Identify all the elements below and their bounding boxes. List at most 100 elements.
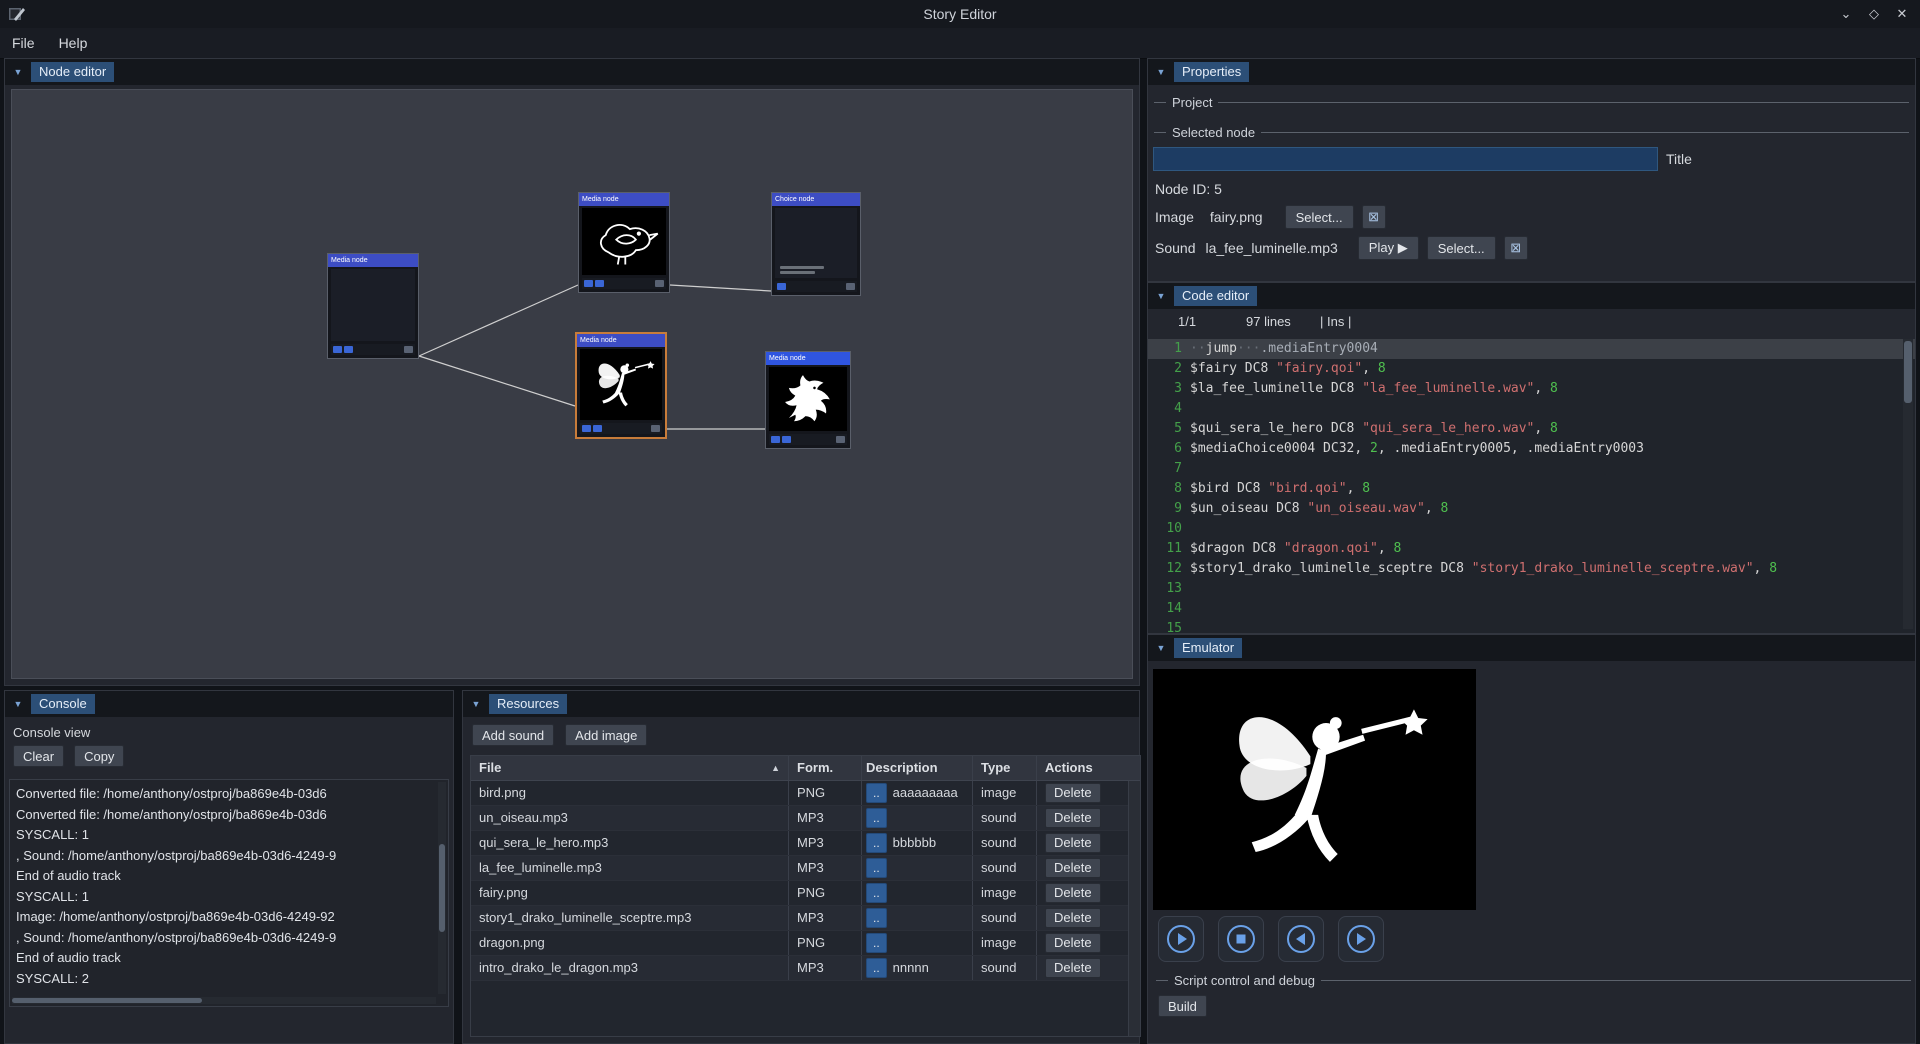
- node-footer-controls[interactable]: [331, 344, 415, 355]
- edit-description-button[interactable]: ..: [866, 958, 887, 978]
- resource-row[interactable]: intro_drako_le_dragon.mp3MP3..nnnnnsound…: [471, 956, 1140, 981]
- delete-button[interactable]: Delete: [1045, 933, 1101, 953]
- edit-description-button[interactable]: ..: [866, 808, 887, 828]
- column-header-actions[interactable]: Actions: [1037, 756, 1128, 780]
- console-copy-button[interactable]: Copy: [74, 745, 124, 767]
- collapse-icon[interactable]: ▼: [1152, 63, 1170, 81]
- node-media-start[interactable]: Media node: [327, 253, 419, 359]
- node-port[interactable]: [836, 436, 845, 443]
- resources-table-header[interactable]: File ▲ Form. Description Type Actions: [471, 756, 1140, 781]
- collapse-icon[interactable]: ▼: [1152, 639, 1170, 657]
- resource-row[interactable]: fairy.pngPNG..imageDelete: [471, 881, 1140, 906]
- resource-row[interactable]: story1_drako_luminelle_sceptre.mp3MP3..s…: [471, 906, 1140, 931]
- title-input[interactable]: [1153, 147, 1658, 171]
- play-button[interactable]: [1158, 916, 1204, 962]
- image-clear-button[interactable]: ⊠: [1362, 205, 1386, 229]
- node-mini-button[interactable]: [333, 346, 342, 353]
- collapse-icon[interactable]: ▼: [9, 63, 27, 81]
- code-line[interactable]: 5$qui_sera_le_hero DC8 "qui_sera_le_hero…: [1148, 419, 1915, 439]
- column-header-file[interactable]: File ▲: [471, 756, 789, 780]
- code-line[interactable]: 11$dragon DC8 "dragon.qoi", 8: [1148, 539, 1915, 559]
- code-area[interactable]: 1··jump···.mediaEntry00042$fairy DC8 "fa…: [1148, 339, 1915, 633]
- sound-clear-button[interactable]: ⊠: [1504, 236, 1528, 260]
- code-line[interactable]: 10: [1148, 519, 1915, 539]
- code-vertical-scrollbar[interactable]: [1903, 339, 1913, 629]
- code-line[interactable]: 3$la_fee_luminelle DC8 "la_fee_luminelle…: [1148, 379, 1915, 399]
- column-header-type[interactable]: Type: [973, 756, 1037, 780]
- edit-description-button[interactable]: ..: [866, 908, 887, 928]
- node-footer-controls[interactable]: [580, 423, 662, 434]
- node-choice[interactable]: Choice node: [771, 192, 861, 296]
- console-vertical-scrollbar[interactable]: [438, 782, 446, 994]
- delete-button[interactable]: Delete: [1045, 883, 1101, 903]
- console-horizontal-scrollbar[interactable]: [12, 997, 436, 1004]
- node-mini-button[interactable]: [771, 436, 780, 443]
- menu-help[interactable]: Help: [47, 31, 100, 55]
- edit-description-button[interactable]: ..: [866, 883, 887, 903]
- stop-button[interactable]: [1218, 916, 1264, 962]
- edit-description-button[interactable]: ..: [866, 783, 887, 803]
- resources-vertical-scrollbar[interactable]: [1128, 781, 1140, 1036]
- resource-row[interactable]: un_oiseau.mp3MP3..soundDelete: [471, 806, 1140, 831]
- build-button[interactable]: Build: [1158, 995, 1207, 1017]
- minimize-button[interactable]: ⌄: [1834, 3, 1858, 25]
- delete-button[interactable]: Delete: [1045, 908, 1101, 928]
- delete-button[interactable]: Delete: [1045, 808, 1101, 828]
- delete-button[interactable]: Delete: [1045, 833, 1101, 853]
- edit-description-button[interactable]: ..: [866, 933, 887, 953]
- node-mini-button[interactable]: [782, 436, 791, 443]
- code-line[interactable]: 13: [1148, 579, 1915, 599]
- delete-button[interactable]: Delete: [1045, 783, 1101, 803]
- code-line[interactable]: 14: [1148, 599, 1915, 619]
- node-port[interactable]: [655, 280, 664, 287]
- code-line[interactable]: 2$fairy DC8 "fairy.qoi", 8: [1148, 359, 1915, 379]
- resource-row[interactable]: la_fee_luminelle.mp3MP3..soundDelete: [471, 856, 1140, 881]
- delete-button[interactable]: Delete: [1045, 858, 1101, 878]
- code-line[interactable]: 7: [1148, 459, 1915, 479]
- node-mini-button[interactable]: [584, 280, 593, 287]
- edit-description-button[interactable]: ..: [866, 858, 887, 878]
- node-footer-controls[interactable]: [775, 281, 857, 292]
- delete-button[interactable]: Delete: [1045, 958, 1101, 978]
- resource-row[interactable]: bird.pngPNG..aaaaaaaaaimageDelete: [471, 781, 1140, 806]
- node-footer-controls[interactable]: [769, 434, 847, 445]
- node-mini-button[interactable]: [582, 425, 591, 432]
- node-mini-button[interactable]: [593, 425, 602, 432]
- edit-description-button[interactable]: ..: [866, 833, 887, 853]
- node-footer-controls[interactable]: [582, 278, 666, 289]
- sound-select-button[interactable]: Select...: [1427, 236, 1496, 260]
- node-canvas[interactable]: Media node Media node: [11, 89, 1133, 679]
- collapse-icon[interactable]: ▼: [467, 695, 485, 713]
- step-back-button[interactable]: [1278, 916, 1324, 962]
- node-port[interactable]: [404, 346, 413, 353]
- node-mini-button[interactable]: [595, 280, 604, 287]
- code-line[interactable]: 9$un_oiseau DC8 "un_oiseau.wav", 8: [1148, 499, 1915, 519]
- node-mini-button[interactable]: [777, 283, 786, 290]
- column-header-format[interactable]: Form.: [789, 756, 862, 780]
- console-log[interactable]: Converted file: /home/anthony/ostproj/ba…: [9, 779, 449, 1007]
- step-forward-button[interactable]: [1338, 916, 1384, 962]
- close-button[interactable]: ✕: [1890, 3, 1914, 25]
- image-select-button[interactable]: Select...: [1285, 205, 1354, 229]
- menu-file[interactable]: File: [0, 31, 47, 55]
- add-image-button[interactable]: Add image: [565, 724, 647, 746]
- node-port[interactable]: [651, 425, 660, 432]
- column-header-description[interactable]: Description: [862, 756, 973, 780]
- sound-play-button[interactable]: Play ▶: [1358, 236, 1419, 260]
- node-mini-button[interactable]: [344, 346, 353, 353]
- collapse-icon[interactable]: ▼: [1152, 287, 1170, 305]
- console-clear-button[interactable]: Clear: [13, 745, 64, 767]
- node-media-bird[interactable]: Media node: [578, 192, 670, 293]
- collapse-icon[interactable]: ▼: [9, 695, 27, 713]
- resource-row[interactable]: qui_sera_le_hero.mp3MP3..bbbbbbsoundDele…: [471, 831, 1140, 856]
- code-line[interactable]: 6$mediaChoice0004 DC32, 2, .mediaEntry00…: [1148, 439, 1915, 459]
- node-media-fairy[interactable]: Media node: [575, 332, 667, 439]
- add-sound-button[interactable]: Add sound: [472, 724, 554, 746]
- resource-row[interactable]: dragon.pngPNG..imageDelete: [471, 931, 1140, 956]
- code-line[interactable]: 15: [1148, 619, 1915, 633]
- code-line[interactable]: 8$bird DC8 "bird.qoi", 8: [1148, 479, 1915, 499]
- code-line[interactable]: 4: [1148, 399, 1915, 419]
- node-media-dragon[interactable]: Media node: [765, 351, 851, 449]
- code-line[interactable]: 12$story1_drako_luminelle_sceptre DC8 "s…: [1148, 559, 1915, 579]
- code-line[interactable]: 1··jump···.mediaEntry0004: [1148, 339, 1915, 359]
